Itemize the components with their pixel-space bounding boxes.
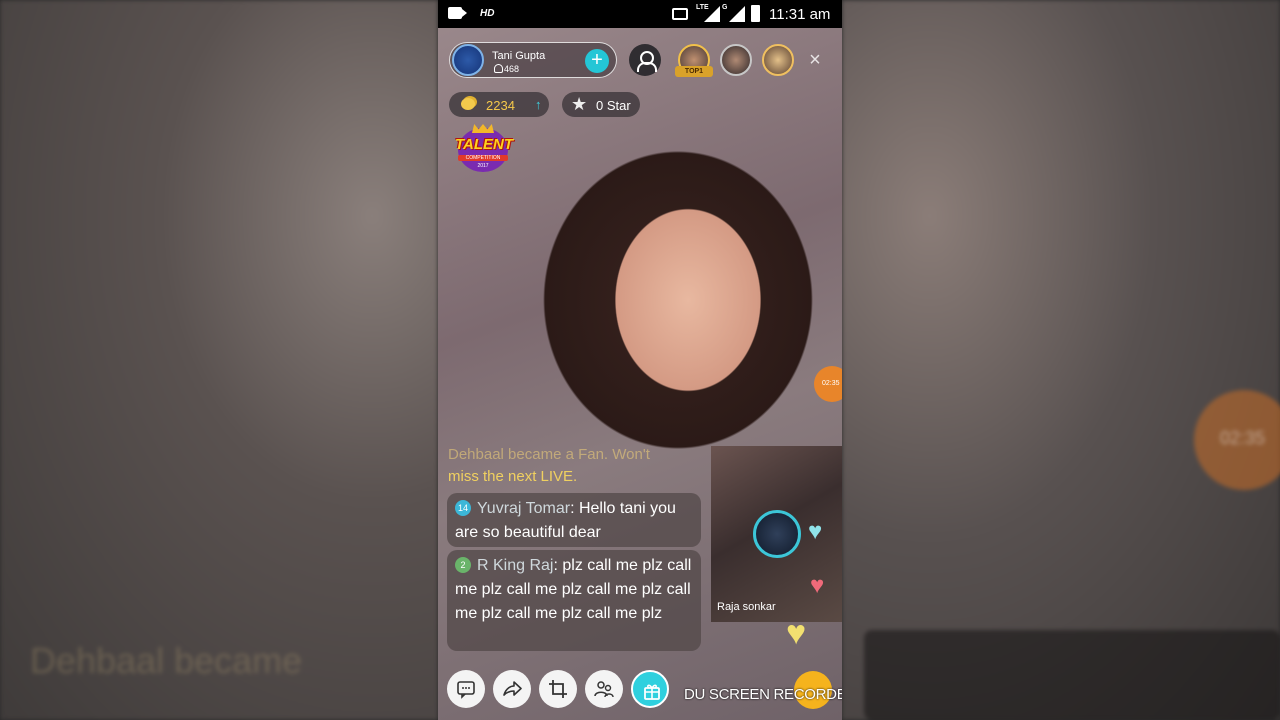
screen: Dehbaal became 02:35 HD LTE G 11:31 am T…	[0, 0, 1280, 720]
guest-name: Raja sonkar	[717, 601, 776, 613]
gift-icon	[644, 684, 660, 700]
viewer-avatar[interactable]	[762, 44, 794, 76]
chat-username[interactable]: R King Raj	[477, 557, 553, 574]
host-info[interactable]: Tani Gupta 468 +	[449, 42, 617, 78]
coin-count: 2234	[486, 98, 515, 113]
chat-icon	[457, 681, 475, 699]
chat-button[interactable]	[447, 670, 485, 708]
plus-icon: +	[591, 49, 603, 71]
arrow-up-icon: ↑	[535, 97, 542, 112]
blurred-background-right: 02:35	[842, 0, 1280, 720]
star-icon: ★	[571, 94, 588, 114]
star-count: 0 Star	[596, 98, 631, 113]
heart-icon: ♥	[786, 614, 807, 652]
gift-button[interactable]	[631, 670, 669, 708]
crop-icon	[549, 680, 567, 698]
live-stream-screen: HD LTE G 11:31 am Tani Gupta 468 + TOP1 …	[438, 0, 842, 720]
chat-username[interactable]: Yuvraj Tomar	[477, 500, 570, 517]
chat-message: 2R King Raj: plz call me plz call me plz…	[447, 550, 701, 651]
close-icon[interactable]: ×	[805, 50, 825, 70]
host-follower-count: 468	[504, 64, 520, 74]
blurred-background-left: Dehbaal became	[0, 0, 438, 720]
badge-subtitle: COMPETITION	[458, 155, 508, 161]
star-count-badge[interactable]: ★ 0 Star	[562, 92, 640, 117]
status-bar: HD LTE G 11:31 am	[438, 0, 842, 28]
camera-icon	[448, 7, 467, 19]
share-icon	[503, 681, 522, 696]
ghost-chat-text: Dehbaal became	[30, 640, 303, 681]
chat-message: 14 Yuvraj Tomar: Hello tani you are so be…	[447, 493, 701, 547]
screenshot-button[interactable]	[539, 670, 577, 708]
network-label: G	[722, 4, 728, 11]
follow-button[interactable]: +	[585, 49, 609, 73]
coin-icon	[461, 98, 475, 110]
clock: 11:31 am	[769, 6, 831, 23]
viewers-icon	[494, 64, 503, 73]
host-name: Tani Gupta	[492, 50, 546, 62]
crown-icon	[472, 124, 494, 133]
timer-label: 02:35	[822, 380, 840, 387]
share-button[interactable]	[493, 670, 531, 708]
screen-recorder-watermark: DU SCREEN RECORDER	[684, 686, 842, 703]
badge-year: 2017	[477, 163, 489, 169]
top-viewer-badge: TOP1	[675, 66, 713, 77]
ghost-timer: 02:35	[1194, 390, 1280, 490]
hd-indicator: HD	[480, 8, 495, 19]
profile-icon[interactable]	[629, 44, 661, 76]
signal-icon	[704, 6, 720, 22]
cast-icon	[672, 8, 688, 20]
talent-competition-badge[interactable]: TALENT COMPETITION 2017	[454, 124, 514, 176]
viewer-avatar[interactable]	[720, 44, 752, 76]
signal-icon	[729, 6, 745, 22]
battery-icon	[751, 5, 760, 22]
user-level-badge: 14	[455, 500, 471, 516]
guest-invite-button[interactable]	[585, 670, 623, 708]
guest-avatar[interactable]	[753, 510, 801, 558]
ghost-timer-label: 02:35	[1220, 428, 1266, 448]
timer-bubble[interactable]: 02:35	[814, 366, 842, 402]
user-level-badge: 2	[455, 557, 471, 573]
badge-title: TALENT	[455, 136, 514, 153]
chat-system-message: miss the next LIVE.	[448, 468, 578, 485]
heart-icon: ♥	[810, 572, 825, 599]
guest-icon	[594, 681, 614, 698]
coin-balance[interactable]: 2234 ↑	[449, 92, 549, 117]
heart-icon: ♥	[808, 518, 823, 545]
host-avatar[interactable]	[452, 44, 484, 76]
chat-faded-line: Dehbaal became a Fan. Won't	[448, 446, 650, 463]
ghost-panel	[864, 630, 1280, 720]
